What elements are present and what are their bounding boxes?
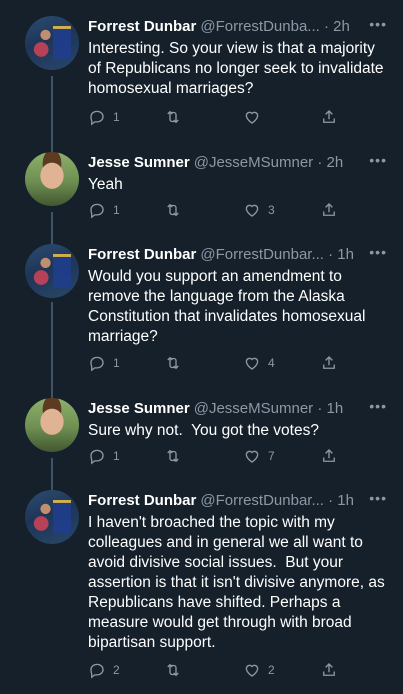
tweet-actions: 2 2 xyxy=(88,660,348,680)
reply-count: 1 xyxy=(113,356,120,370)
author-handle[interactable]: @ForrestDunbar... · 1h xyxy=(200,246,354,263)
share-icon xyxy=(323,110,335,123)
tweet-text: I haven't broached the topic with my col… xyxy=(88,514,390,651)
tweet-header: Forrest Dunbar @ForrestDunbar... · 1h xyxy=(88,246,388,266)
tweet-actions: 1 3 xyxy=(88,200,348,220)
avatar[interactable] xyxy=(25,398,79,452)
reply-count: 1 xyxy=(113,449,120,463)
tweet-text: Sure why not. You got the votes? xyxy=(88,422,319,439)
tweet[interactable]: Jesse Sumner @JesseMSumner · 2h ••• Yeah … xyxy=(0,152,403,232)
tweet[interactable]: Jesse Sumner @JesseMSumner · 1h ••• Sure … xyxy=(0,398,403,478)
reply-button[interactable]: 2 xyxy=(88,660,120,680)
retweet-icon xyxy=(167,663,179,677)
author-name[interactable]: Jesse Sumner xyxy=(88,154,190,171)
share-button[interactable] xyxy=(320,200,338,220)
retweet-icon xyxy=(167,356,179,370)
author-handle[interactable]: @ForrestDunbar... · 1h xyxy=(200,492,354,509)
retweet-button[interactable] xyxy=(164,660,189,680)
more-icon[interactable]: ••• xyxy=(369,16,387,32)
more-icon[interactable]: ••• xyxy=(369,152,387,168)
retweet-button[interactable] xyxy=(164,107,189,127)
reply-icon xyxy=(90,110,104,126)
tweet-actions: 1 7 xyxy=(88,446,348,466)
heart-icon xyxy=(245,357,259,370)
like-count: 7 xyxy=(268,449,275,463)
reply-button[interactable]: 1 xyxy=(88,200,120,220)
like-count: 4 xyxy=(268,356,275,370)
avatar[interactable] xyxy=(25,16,79,70)
tweet[interactable]: Forrest Dunbar @ForrestDunbar... · 1h •••… xyxy=(0,244,403,384)
share-button[interactable] xyxy=(320,353,338,373)
tweet-header: Jesse Sumner @JesseMSumner · 2h xyxy=(88,154,388,174)
reply-icon xyxy=(90,356,104,372)
tweet-actions: 1 4 xyxy=(88,353,348,373)
author-handle[interactable]: @JesseMSumner · 2h xyxy=(194,154,343,171)
more-icon[interactable]: ••• xyxy=(369,490,387,506)
reply-icon xyxy=(90,203,104,219)
share-icon xyxy=(323,663,335,676)
reply-count: 2 xyxy=(113,663,120,677)
reply-count: 1 xyxy=(113,110,120,124)
avatar[interactable] xyxy=(25,152,79,206)
tweet[interactable]: Forrest Dunbar @ForrestDunbar... · 1h •••… xyxy=(0,490,403,690)
tweet-actions: 1 xyxy=(88,107,348,127)
share-button[interactable] xyxy=(320,660,338,680)
retweet-button[interactable] xyxy=(164,446,189,466)
avatar[interactable] xyxy=(25,490,79,544)
like-count: 2 xyxy=(268,663,275,677)
author-handle[interactable]: @JesseMSumner · 1h xyxy=(194,400,343,417)
like-button[interactable]: 4 xyxy=(243,353,275,373)
like-button[interactable]: 2 xyxy=(243,660,275,680)
tweet-text: Interesting. So your view is that a majo… xyxy=(88,40,388,97)
reply-icon xyxy=(90,663,104,679)
tweet-text: Yeah xyxy=(88,176,123,193)
reply-button[interactable]: 1 xyxy=(88,353,120,373)
heart-icon xyxy=(245,450,259,463)
tweet-header: Jesse Sumner @JesseMSumner · 1h xyxy=(88,400,388,420)
tweet-header: Forrest Dunbar @ForrestDunba... · 2h xyxy=(88,18,388,38)
share-button[interactable] xyxy=(320,107,338,127)
share-icon xyxy=(323,203,335,216)
heart-icon xyxy=(245,111,259,124)
avatar[interactable] xyxy=(25,244,79,298)
author-name[interactable]: Jesse Sumner xyxy=(88,400,190,417)
like-button[interactable] xyxy=(243,107,268,127)
author-name[interactable]: Forrest Dunbar xyxy=(88,492,196,509)
author-name[interactable]: Forrest Dunbar xyxy=(88,246,196,263)
author-name[interactable]: Forrest Dunbar xyxy=(88,18,196,35)
author-handle[interactable]: @ForrestDunba... · 2h xyxy=(200,18,349,35)
reply-count: 1 xyxy=(113,203,120,217)
retweet-icon xyxy=(167,203,179,217)
share-icon xyxy=(323,449,335,462)
share-button[interactable] xyxy=(320,446,338,466)
more-icon[interactable]: ••• xyxy=(369,244,387,260)
reply-icon xyxy=(90,449,104,465)
retweet-icon xyxy=(167,110,179,124)
tweet[interactable]: Forrest Dunbar @ForrestDunba... · 2h ••• … xyxy=(0,16,403,136)
tweet-text: Would you support an amendment to remove… xyxy=(88,268,370,345)
heart-icon xyxy=(245,664,259,677)
like-count: 3 xyxy=(268,203,275,217)
retweet-button[interactable] xyxy=(164,353,189,373)
heart-icon xyxy=(245,204,259,217)
like-button[interactable]: 3 xyxy=(243,200,275,220)
like-button[interactable]: 7 xyxy=(243,446,275,466)
more-icon[interactable]: ••• xyxy=(369,398,387,414)
reply-button[interactable]: 1 xyxy=(88,107,120,127)
tweet-header: Forrest Dunbar @ForrestDunbar... · 1h xyxy=(88,492,388,512)
reply-button[interactable]: 1 xyxy=(88,446,120,466)
retweet-button[interactable] xyxy=(164,200,189,220)
retweet-icon xyxy=(167,449,179,463)
share-icon xyxy=(323,356,335,369)
